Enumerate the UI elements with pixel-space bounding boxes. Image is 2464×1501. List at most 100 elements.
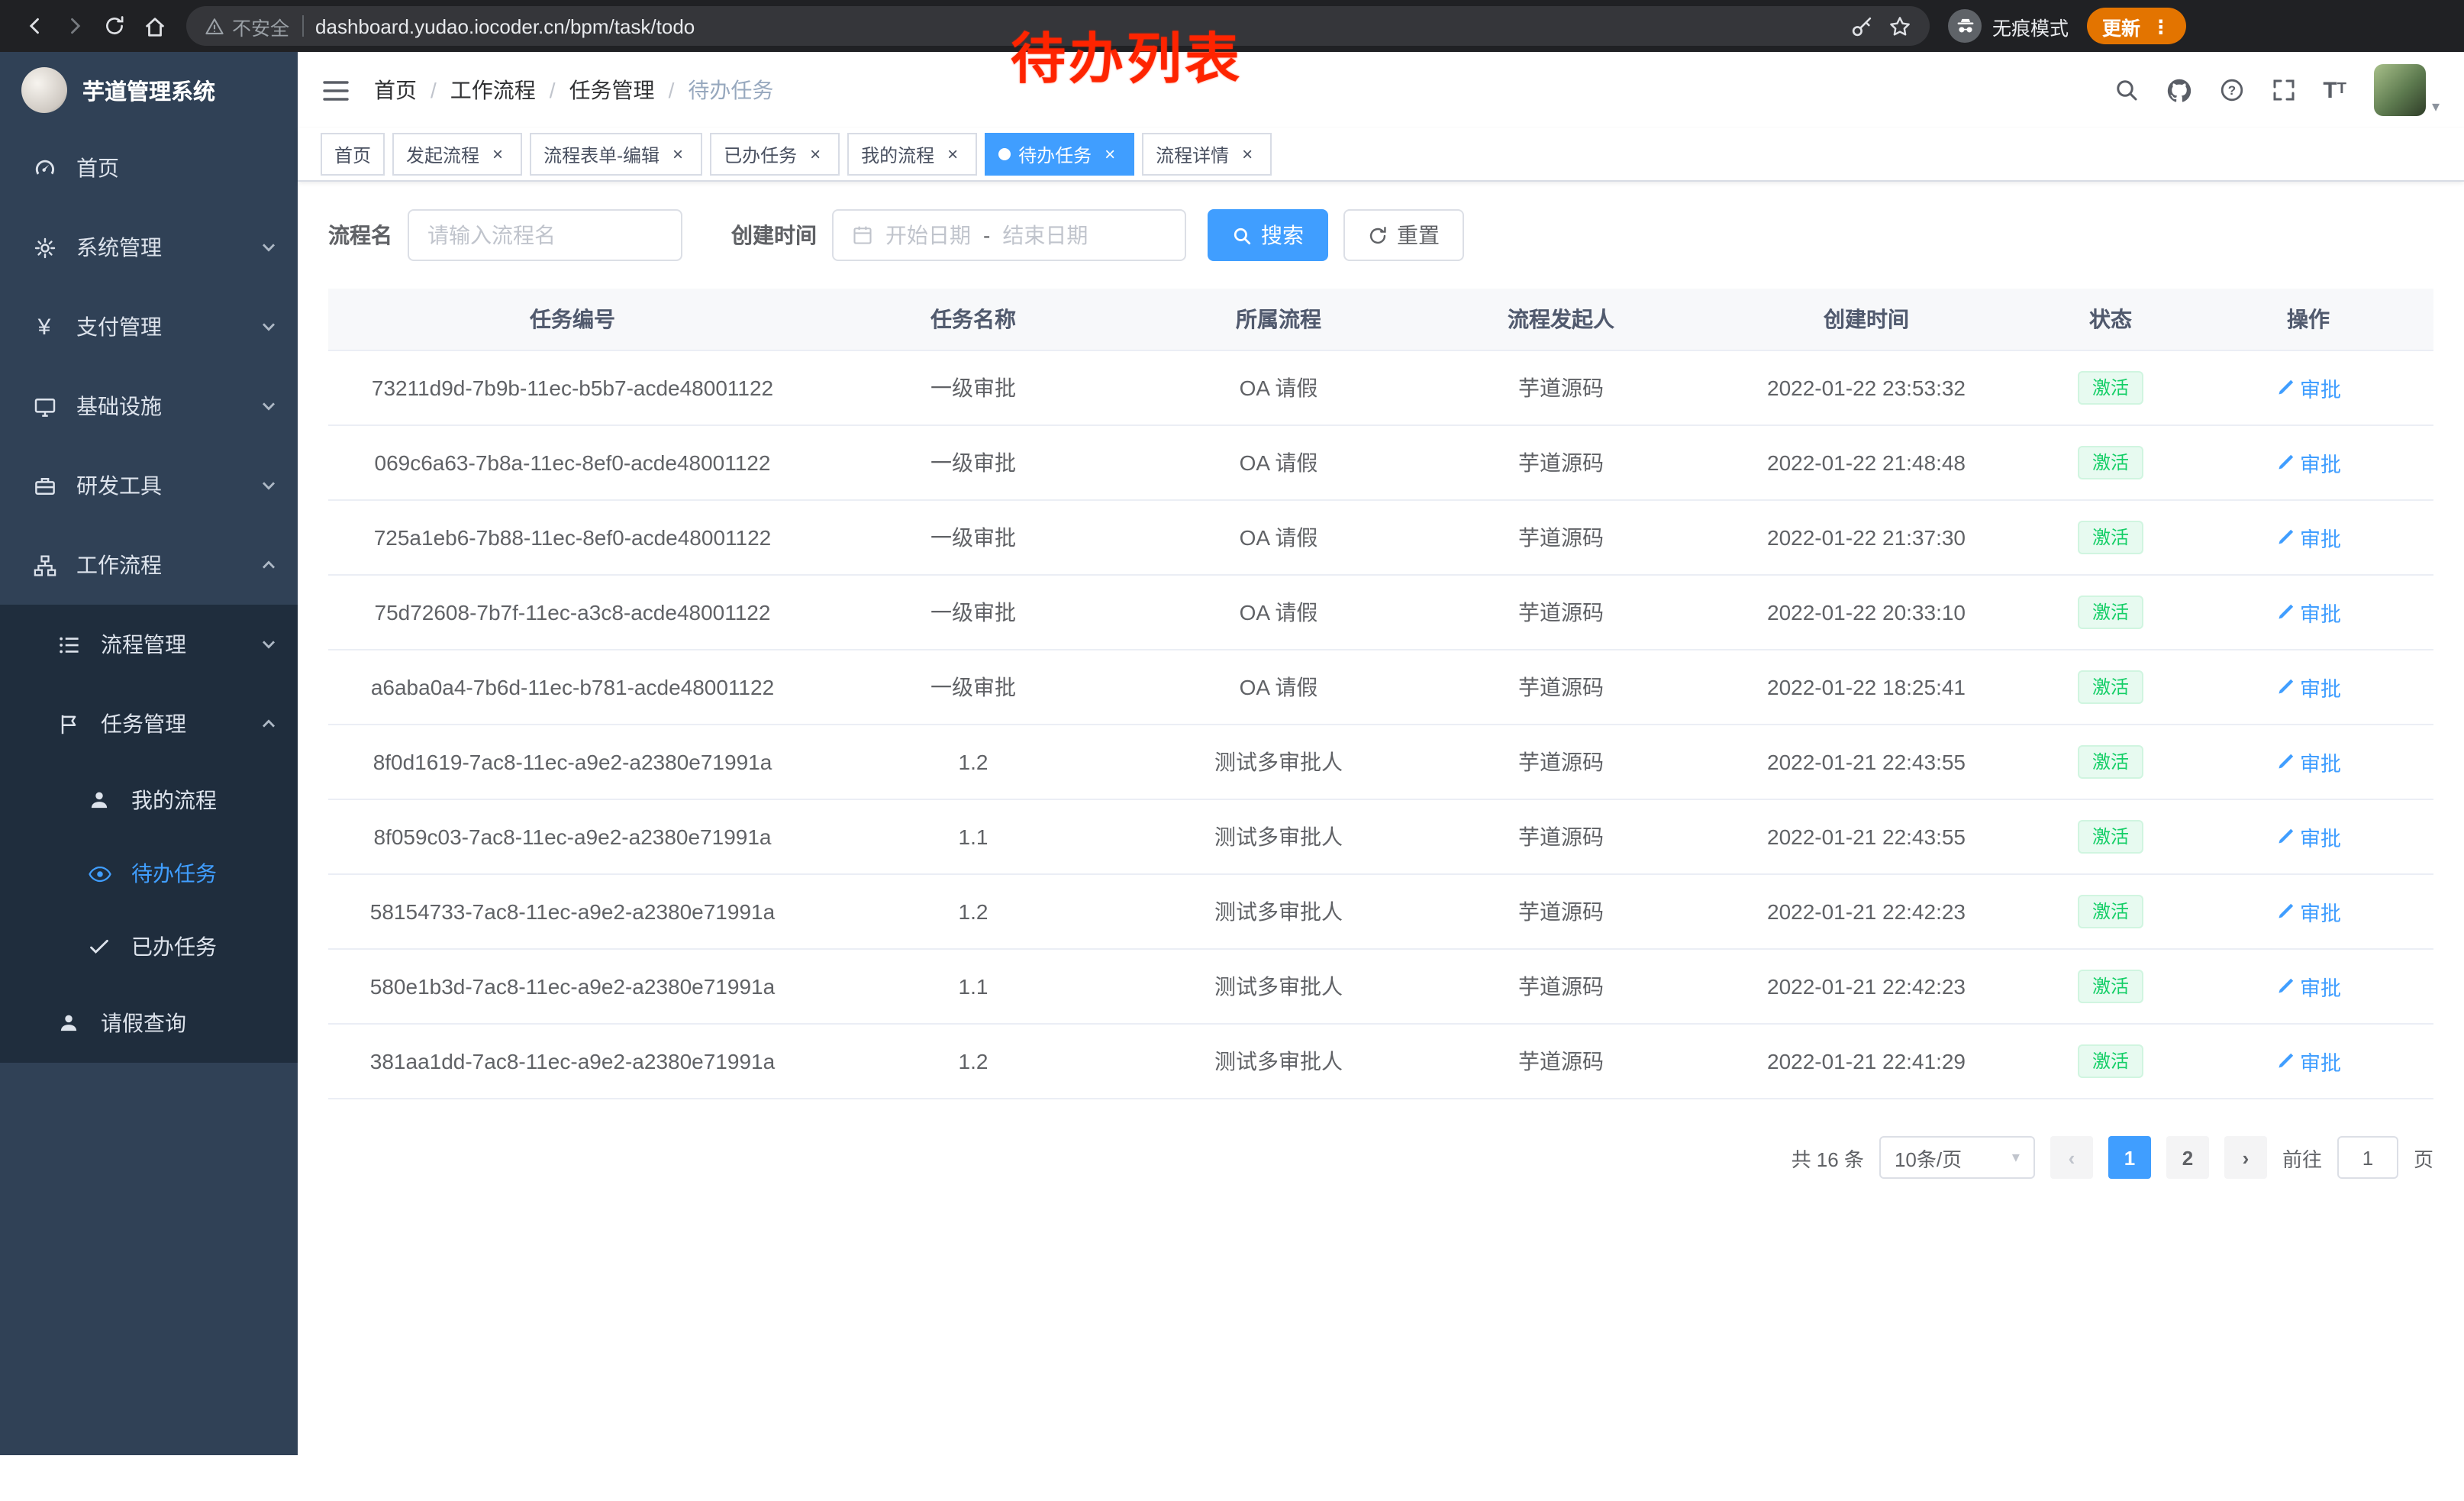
password-key-icon[interactable] (1850, 15, 1873, 37)
process-name-input[interactable]: 请输入流程名 (408, 209, 682, 261)
column-header-actions: 操作 (2183, 304, 2433, 334)
sidebar-item-task-management[interactable]: 任务管理 (0, 684, 298, 763)
sidebar-item-label: 支付管理 (76, 311, 162, 342)
avatar[interactable] (2374, 64, 2426, 116)
task-id-cell: 75d72608-7b7f-11ec-a3c8-acde48001122 (328, 600, 817, 625)
warning-icon (205, 16, 224, 36)
create-time-cell: 2022-01-21 22:42:23 (1695, 899, 2038, 924)
close-icon[interactable]: × (1099, 144, 1121, 165)
task-name-cell: 一级审批 (817, 447, 1130, 478)
tag-home[interactable]: 首页 × (321, 133, 385, 176)
approve-link[interactable]: 审批 (2275, 373, 2341, 403)
sidebar-item-my-process[interactable]: 我的流程 (0, 763, 298, 837)
browser-home-icon[interactable] (134, 6, 174, 46)
task-id-cell: 725a1eb6-7b88-11ec-8ef0-acde48001122 (328, 525, 817, 550)
sidebar-item-infrastructure[interactable]: 基础设施 (0, 366, 298, 446)
font-size-icon[interactable]: TT (2323, 79, 2346, 102)
caret-down-icon: ▾ (2432, 99, 2440, 116)
close-icon[interactable]: × (1237, 144, 1258, 165)
page-size-select[interactable]: 10条/页 ▾ (1879, 1136, 2035, 1179)
sidebar-item-payment[interactable]: ¥ 支付管理 (0, 287, 298, 366)
close-icon[interactable]: × (942, 144, 963, 165)
browser-forward-icon[interactable] (55, 6, 95, 46)
app-title: 芋道管理系统 (82, 74, 215, 106)
approve-link[interactable]: 审批 (2275, 822, 2341, 852)
security-status[interactable]: 不安全 (205, 11, 289, 40)
browser-menu-icon[interactable]: ⋮ (2151, 15, 2170, 37)
breadcrumb-separator: / (669, 78, 675, 102)
next-page-button[interactable]: › (2224, 1136, 2267, 1179)
sidebar-item-dev-tools[interactable]: 研发工具 (0, 446, 298, 525)
chevron-down-icon (261, 319, 276, 334)
column-header-process: 所属流程 (1130, 304, 1427, 334)
check-icon (85, 933, 113, 960)
fullscreen-icon[interactable] (2271, 78, 2295, 102)
search-icon[interactable] (2114, 78, 2138, 102)
column-header-create-time: 创建时间 (1695, 304, 2038, 334)
sidebar-item-todo-tasks[interactable]: 待办任务 (0, 837, 298, 910)
approve-link[interactable]: 审批 (2275, 522, 2341, 553)
approve-link[interactable]: 审批 (2275, 597, 2341, 628)
date-range-picker[interactable]: 开始日期 - 结束日期 (832, 209, 1186, 261)
sidebar-item-system[interactable]: 系统管理 (0, 208, 298, 287)
column-header-initiator: 流程发起人 (1427, 304, 1695, 334)
tag-todo-tasks[interactable]: 待办任务 × (985, 133, 1134, 176)
approve-link[interactable]: 审批 (2275, 1046, 2341, 1077)
tag-process-detail[interactable]: 流程详情 × (1142, 133, 1272, 176)
approve-link[interactable]: 审批 (2275, 971, 2341, 1002)
breadcrumb-item-task-management[interactable]: 任务管理 (569, 75, 655, 105)
github-icon[interactable] (2166, 77, 2191, 103)
task-name-cell: 一级审批 (817, 672, 1130, 702)
search-button[interactable]: 搜索 (1208, 209, 1328, 261)
sidebar-item-done-tasks[interactable]: 已办任务 (0, 910, 298, 983)
app-logo[interactable]: 芋道管理系统 (0, 52, 298, 128)
sidebar-item-home[interactable]: 首页 (0, 128, 298, 208)
breadcrumb-item-workflow[interactable]: 工作流程 (450, 75, 536, 105)
column-header-task-id: 任务编号 (328, 304, 817, 334)
approve-link[interactable]: 审批 (2275, 747, 2341, 777)
page-button-2[interactable]: 2 (2166, 1136, 2209, 1179)
status-badge: 激活 (2079, 371, 2143, 405)
sidebar-toggle-icon[interactable] (322, 79, 350, 102)
approve-link[interactable]: 审批 (2275, 447, 2341, 478)
browser-reload-icon[interactable] (95, 6, 134, 46)
edit-pen-icon (2275, 603, 2294, 621)
create-time-cell: 2022-01-22 21:37:30 (1695, 525, 2038, 550)
approve-link[interactable]: 审批 (2275, 672, 2341, 702)
annotation-todo-list: 待办列表 (1011, 15, 1243, 95)
tag-start-process[interactable]: 发起流程 × (392, 133, 522, 176)
refresh-icon (1368, 225, 1388, 245)
sidebar-item-label: 流程管理 (101, 629, 186, 660)
close-icon[interactable]: × (805, 144, 826, 165)
sidebar-item-process-management[interactable]: 流程管理 (0, 605, 298, 684)
page-button-1[interactable]: 1 (2108, 1136, 2151, 1179)
bookmark-star-icon[interactable] (1888, 15, 1911, 37)
incognito-icon (1948, 9, 1982, 43)
help-icon[interactable]: ? (2219, 78, 2243, 102)
sidebar-item-leave-query[interactable]: 请假查询 (0, 983, 298, 1063)
sidebar-item-workflow[interactable]: 工作流程 (0, 525, 298, 605)
process-cell: OA 请假 (1130, 597, 1427, 628)
status-badge: 激活 (2079, 521, 2143, 554)
initiator-cell: 芋道源码 (1427, 896, 1695, 927)
close-icon[interactable]: × (487, 144, 508, 165)
reset-button[interactable]: 重置 (1343, 209, 1464, 261)
incognito-chip[interactable]: 无痕模式 (1948, 9, 2069, 43)
person-icon (55, 1009, 82, 1037)
goto-page-input[interactable]: 1 (2337, 1136, 2398, 1179)
chevron-down-icon (261, 240, 276, 255)
browser-back-icon[interactable] (15, 6, 55, 46)
tag-my-process[interactable]: 我的流程 × (847, 133, 977, 176)
calendar-icon (852, 224, 873, 246)
initiator-cell: 芋道源码 (1427, 522, 1695, 553)
status-badge: 激活 (2079, 446, 2143, 479)
tag-process-form-edit[interactable]: 流程表单-编辑 × (530, 133, 702, 176)
breadcrumb-item-home[interactable]: 首页 (374, 75, 417, 105)
user-menu[interactable]: ▾ (2374, 64, 2440, 116)
close-icon[interactable]: × (667, 144, 689, 165)
update-button[interactable]: 更新 ⋮ (2087, 8, 2185, 44)
prev-page-button[interactable]: ‹ (2050, 1136, 2093, 1179)
edit-pen-icon (2275, 454, 2294, 472)
tag-done-tasks[interactable]: 已办任务 × (710, 133, 840, 176)
approve-link[interactable]: 审批 (2275, 896, 2341, 927)
